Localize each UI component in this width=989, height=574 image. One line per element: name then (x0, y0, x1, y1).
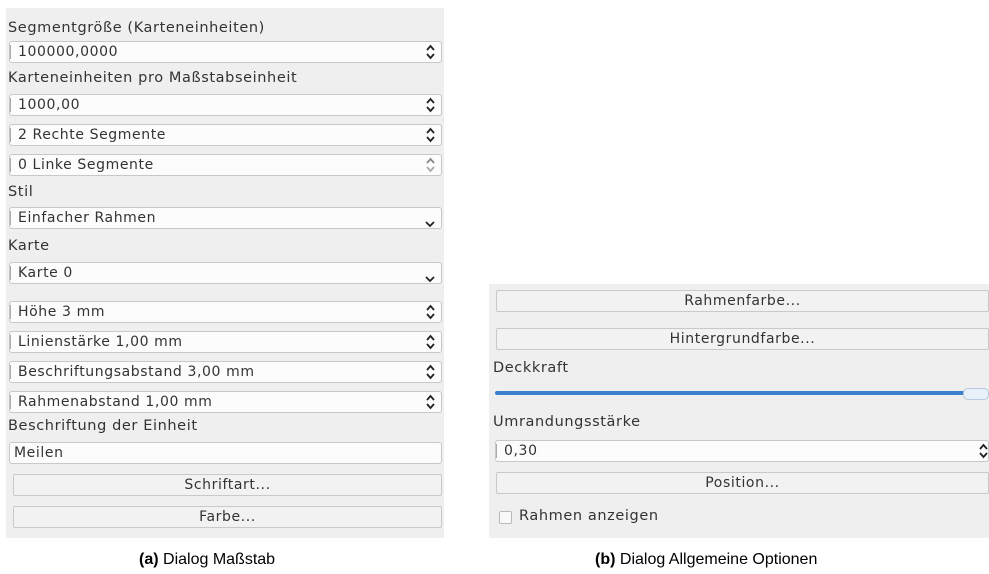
line-width-spinbox[interactable]: Linienstärke 1,00 mm (9, 331, 442, 353)
spin-arrows-icon[interactable] (426, 304, 435, 320)
outline-width-label: Umrandungsstärke (493, 414, 641, 430)
chevron-down-icon[interactable] (425, 269, 435, 283)
left-segments-spinbox[interactable]: 0 Linke Segmente (9, 154, 442, 176)
map-value: Karte 0 (18, 265, 73, 281)
style-label: Stil (8, 184, 34, 200)
line-width-value: Linienstärke 1,00 mm (18, 334, 183, 350)
caption-a-text: Dialog Maßstab (158, 551, 276, 568)
map-units-value: 1000,00 (18, 97, 81, 113)
map-select[interactable]: Karte 0 (9, 262, 442, 284)
style-select[interactable]: Einfacher Rahmen (9, 207, 442, 229)
segment-size-value: 100000,0000 (18, 44, 119, 60)
spin-arrows-icon[interactable] (426, 157, 435, 173)
box-spacing-spinbox[interactable]: Rahmenabstand 1,00 mm (9, 391, 442, 413)
caption-a: (a) Dialog Maßstab (139, 551, 275, 569)
height-value: Höhe 3 mm (18, 304, 106, 320)
caption-a-tag: (a) (139, 551, 159, 568)
map-units-label: Karteneinheiten pro Maßstabseinheit (8, 70, 298, 86)
unit-label-label: Beschriftung der Einheit (8, 418, 198, 434)
map-label: Karte (8, 238, 50, 254)
position-button[interactable]: Position... (496, 472, 989, 494)
opacity-slider-handle[interactable] (963, 388, 989, 400)
color-button[interactable]: Farbe... (13, 506, 442, 528)
right-segments-value: 2 Rechte Segmente (18, 127, 167, 143)
label-spacing-value: Beschriftungsabstand 3,00 mm (18, 364, 255, 380)
left-segments-value: 0 Linke Segmente (18, 157, 154, 173)
spin-arrows-icon[interactable] (426, 127, 435, 143)
right-segments-spinbox[interactable]: 2 Rechte Segmente (9, 124, 442, 146)
spin-arrows-icon[interactable] (426, 44, 435, 60)
spin-arrows-icon[interactable] (979, 443, 988, 459)
map-units-spinbox[interactable]: 1000,00 (9, 94, 442, 116)
scale-dialog-panel: Segmentgröße (Karteneinheiten) 100000,00… (6, 8, 444, 538)
background-color-button[interactable]: Hintergrundfarbe... (496, 328, 989, 350)
caption-b-tag: (b) (595, 551, 616, 568)
show-frame-checkbox[interactable] (499, 511, 512, 524)
segment-size-label: Segmentgröße (Karteneinheiten) (8, 20, 265, 36)
chevron-down-icon[interactable] (425, 214, 435, 228)
opacity-label: Deckkraft (493, 360, 569, 376)
label-spacing-spinbox[interactable]: Beschriftungsabstand 3,00 mm (9, 361, 442, 383)
style-value: Einfacher Rahmen (18, 210, 157, 226)
font-button[interactable]: Schriftart... (13, 474, 442, 496)
outline-width-spinbox[interactable]: 0,30 (495, 440, 989, 462)
spin-arrows-icon[interactable] (426, 97, 435, 113)
caption-b: (b) Dialog Allgemeine Optionen (595, 551, 817, 569)
caption-b-text: Dialog Allgemeine Optionen (615, 551, 818, 568)
segment-size-spinbox[interactable]: 100000,0000 (9, 41, 442, 63)
unit-label-input[interactable]: Meilen (9, 442, 442, 464)
outline-width-value: 0,30 (504, 443, 538, 459)
box-spacing-value: Rahmenabstand 1,00 mm (18, 394, 213, 410)
spin-arrows-icon[interactable] (426, 364, 435, 380)
show-frame-label: Rahmen anzeigen (519, 508, 659, 524)
frame-color-button[interactable]: Rahmenfarbe... (496, 290, 989, 312)
height-spinbox[interactable]: Höhe 3 mm (9, 301, 442, 323)
unit-label-value: Meilen (14, 445, 64, 461)
general-options-panel: Rahmenfarbe... Hintergrundfarbe... Deckk… (489, 284, 989, 538)
opacity-slider-track[interactable] (495, 391, 967, 395)
spin-arrows-icon[interactable] (426, 334, 435, 350)
spin-arrows-icon[interactable] (426, 394, 435, 410)
